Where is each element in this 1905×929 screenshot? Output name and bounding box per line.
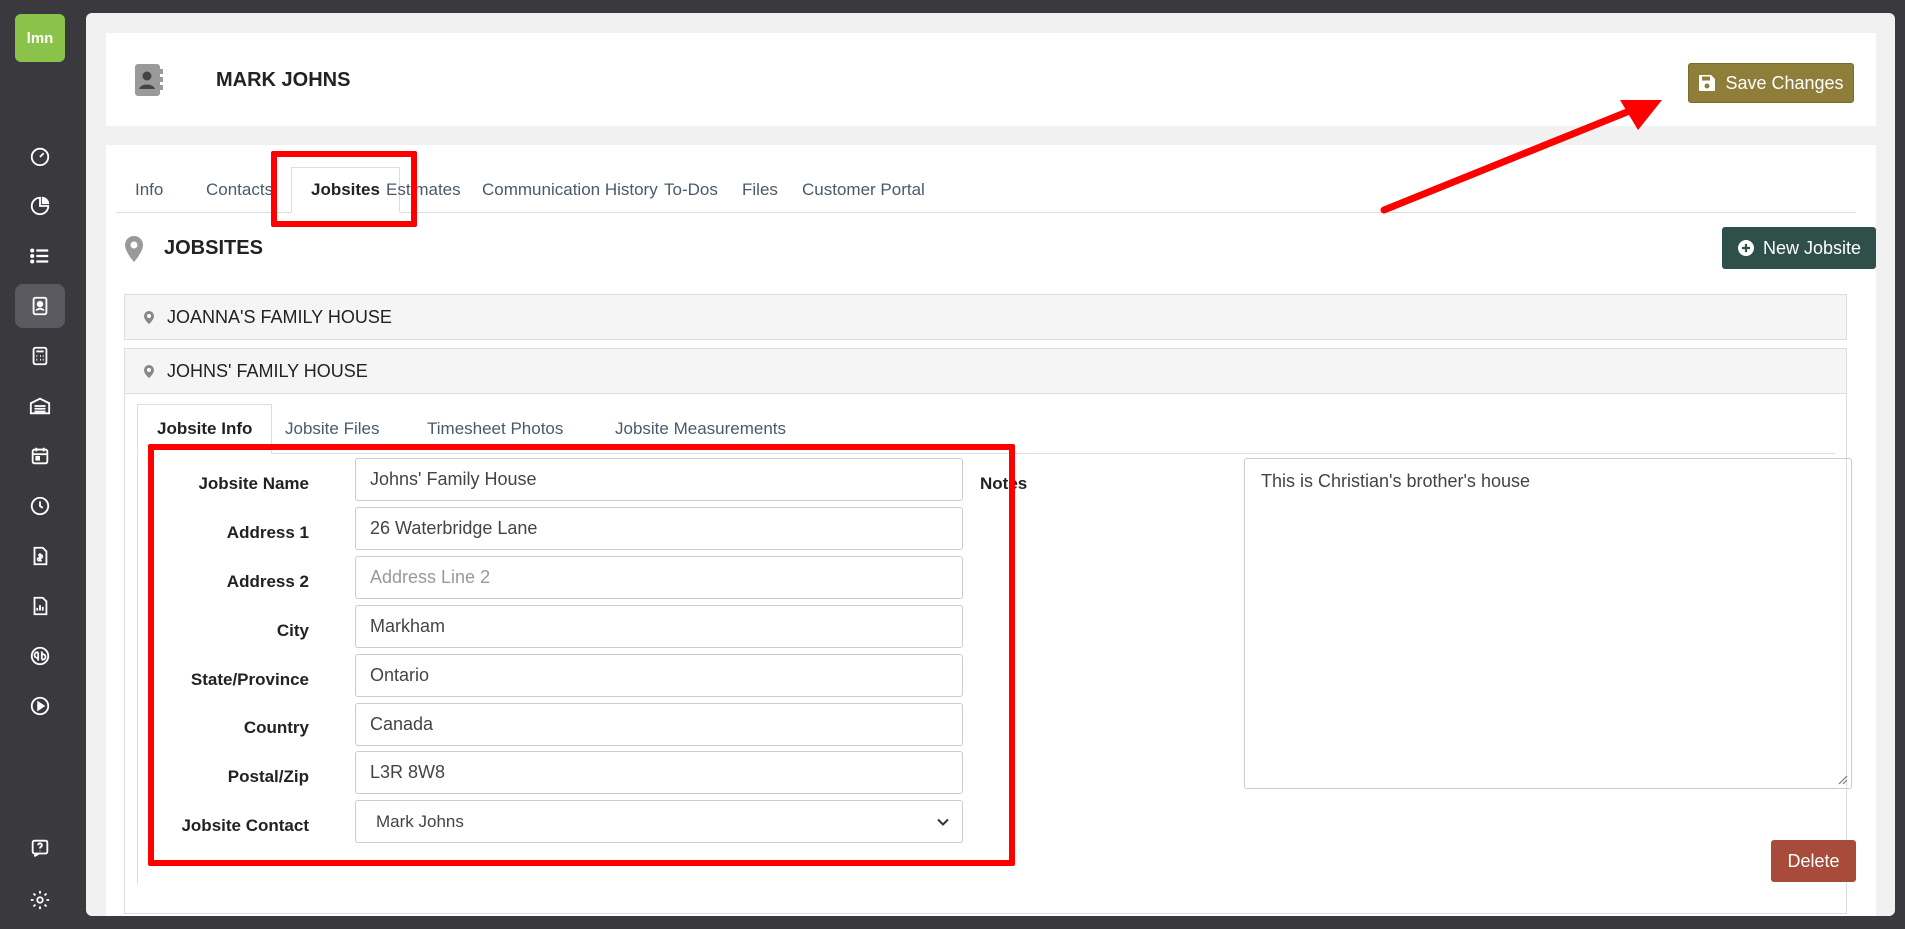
clock-icon[interactable]	[15, 484, 65, 528]
gear-icon[interactable]	[15, 878, 65, 922]
quickbooks-icon[interactable]	[15, 634, 65, 678]
plus-circle-icon	[1737, 240, 1754, 256]
jobsites-title: JOBSITES	[164, 237, 263, 259]
notes-text: This is Christian's brother's house	[1261, 471, 1530, 491]
play-icon[interactable]	[15, 684, 65, 728]
annotation-highlight-jobsites-tab	[271, 151, 417, 227]
new-jobsite-button[interactable]: New Jobsite	[1722, 227, 1876, 269]
save-changes-label: Save Changes	[1725, 72, 1844, 93]
jobsite-accordion-joanna[interactable]: JOANNA'S FAMILY HOUSE	[124, 294, 1847, 340]
map-pin-icon	[144, 364, 154, 378]
contacts-icon[interactable]	[15, 284, 65, 328]
invoice-icon[interactable]	[15, 534, 65, 578]
pie-chart-icon[interactable]	[15, 184, 65, 228]
page-title: MARK JOHNS	[216, 69, 351, 91]
jobsite-accordion-label: JOANNA'S FAMILY HOUSE	[167, 306, 392, 327]
report-icon[interactable]	[15, 584, 65, 628]
annotation-arrow-icon	[1380, 100, 1662, 214]
annotation-highlight-form	[148, 444, 1015, 866]
help-icon[interactable]	[15, 826, 65, 870]
tab-info[interactable]: Info	[116, 167, 182, 213]
map-pin-icon	[144, 310, 154, 324]
resize-handle-icon[interactable]	[1838, 775, 1848, 785]
jobsite-accordion-label: JOHNS' FAMILY HOUSE	[167, 360, 368, 381]
save-icon	[1699, 75, 1716, 91]
address-book-icon	[135, 64, 163, 96]
logo-text: lmn	[26, 29, 54, 47]
dashboard-icon[interactable]	[15, 134, 65, 178]
list-icon[interactable]	[15, 234, 65, 278]
delete-jobsite-button[interactable]: Delete	[1771, 840, 1856, 882]
jobsite-accordion-johns[interactable]: JOHNS' FAMILY HOUSE	[124, 348, 1847, 394]
tab-customer-portal[interactable]: Customer Portal	[783, 167, 944, 213]
sidebar: lmn	[0, 0, 80, 929]
new-jobsite-label: New Jobsite	[1762, 237, 1862, 258]
save-changes-button[interactable]: Save Changes	[1688, 63, 1854, 103]
notes-textarea[interactable]: This is Christian's brother's house	[1244, 458, 1852, 789]
map-pin-icon	[125, 236, 143, 262]
calculator-icon[interactable]	[15, 334, 65, 378]
app-logo[interactable]: lmn	[15, 14, 65, 62]
warehouse-icon[interactable]	[15, 384, 65, 428]
calendar-icon[interactable]	[15, 434, 65, 478]
